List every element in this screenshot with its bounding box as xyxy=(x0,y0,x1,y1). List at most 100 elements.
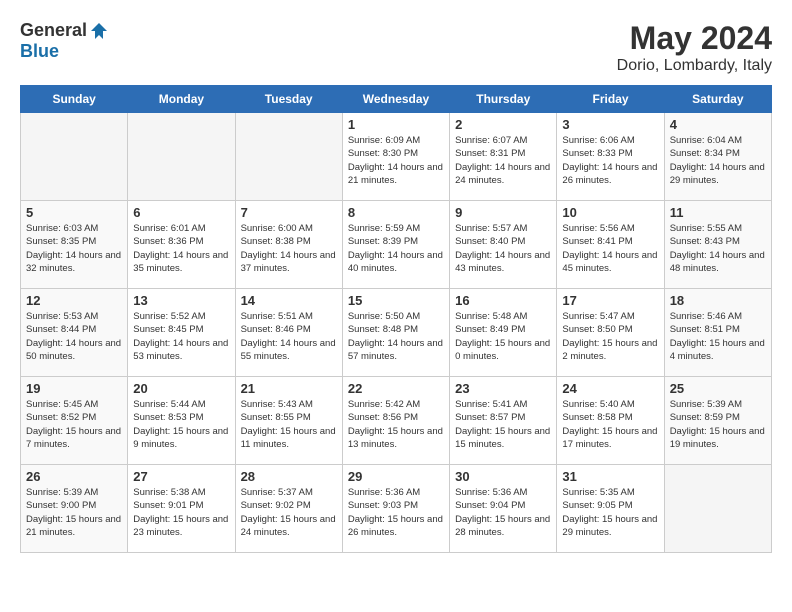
day-number: 4 xyxy=(670,117,766,132)
weekday-header-wednesday: Wednesday xyxy=(342,86,449,113)
day-number: 29 xyxy=(348,469,444,484)
day-number: 10 xyxy=(562,205,658,220)
calendar-cell: 10 Sunrise: 5:56 AM Sunset: 8:41 PM Dayli… xyxy=(557,201,664,289)
logo-blue: Blue xyxy=(20,41,59,61)
calendar-cell: 27 Sunrise: 5:38 AM Sunset: 9:01 PM Dayli… xyxy=(128,465,235,553)
page-header: General Blue May 2024 Dorio, Lombardy, I… xyxy=(20,20,772,75)
calendar-cell: 3Sunrise: 6:06 AM Sunset: 8:33 PM Daylig… xyxy=(557,113,664,201)
day-info: Sunrise: 5:57 AM Sunset: 8:40 PM Dayligh… xyxy=(455,222,551,275)
calendar-cell: 18 Sunrise: 5:46 AM Sunset: 8:51 PM Dayli… xyxy=(664,289,771,377)
day-info: Sunrise: 5:56 AM Sunset: 8:41 PM Dayligh… xyxy=(562,222,658,275)
day-info: Sunrise: 6:03 AM Sunset: 8:35 PM Dayligh… xyxy=(26,222,122,275)
day-info: Sunrise: 5:52 AM Sunset: 8:45 PM Dayligh… xyxy=(133,310,229,363)
day-number: 28 xyxy=(241,469,337,484)
day-number: 20 xyxy=(133,381,229,396)
calendar-cell: 17 Sunrise: 5:47 AM Sunset: 8:50 PM Dayli… xyxy=(557,289,664,377)
weekday-header-sunday: Sunday xyxy=(21,86,128,113)
day-info: Sunrise: 5:35 AM Sunset: 9:05 PM Dayligh… xyxy=(562,486,658,539)
day-info: Sunrise: 5:39 AM Sunset: 9:00 PM Dayligh… xyxy=(26,486,122,539)
day-info: Sunrise: 5:53 AM Sunset: 8:44 PM Dayligh… xyxy=(26,310,122,363)
calendar-cell: 7Sunrise: 6:00 AM Sunset: 8:38 PM Daylig… xyxy=(235,201,342,289)
calendar-cell: 6 Sunrise: 6:01 AM Sunset: 8:36 PM Daylig… xyxy=(128,201,235,289)
day-info: Sunrise: 5:38 AM Sunset: 9:01 PM Dayligh… xyxy=(133,486,229,539)
day-info: Sunrise: 5:51 AM Sunset: 8:46 PM Dayligh… xyxy=(241,310,337,363)
logo-general: General xyxy=(20,20,87,41)
day-number: 23 xyxy=(455,381,551,396)
day-number: 5 xyxy=(26,205,122,220)
logo: General Blue xyxy=(20,20,109,62)
calendar-cell: 8Sunrise: 5:59 AM Sunset: 8:39 PM Daylig… xyxy=(342,201,449,289)
day-number: 6 xyxy=(133,205,229,220)
calendar-cell: 16 Sunrise: 5:48 AM Sunset: 8:49 PM Dayli… xyxy=(450,289,557,377)
weekday-header-thursday: Thursday xyxy=(450,86,557,113)
calendar-cell xyxy=(235,113,342,201)
month-title: May 2024 xyxy=(617,20,772,57)
calendar-cell: 4Sunrise: 6:04 AM Sunset: 8:34 PM Daylig… xyxy=(664,113,771,201)
calendar-cell: 24 Sunrise: 5:40 AM Sunset: 8:58 PM Dayli… xyxy=(557,377,664,465)
calendar-cell: 21 Sunrise: 5:43 AM Sunset: 8:55 PM Dayli… xyxy=(235,377,342,465)
calendar-cell: 31 Sunrise: 5:35 AM Sunset: 9:05 PM Dayli… xyxy=(557,465,664,553)
day-info: Sunrise: 5:44 AM Sunset: 8:53 PM Dayligh… xyxy=(133,398,229,451)
day-info: Sunrise: 5:43 AM Sunset: 8:55 PM Dayligh… xyxy=(241,398,337,451)
calendar-cell: 5 Sunrise: 6:03 AM Sunset: 8:35 PM Daylig… xyxy=(21,201,128,289)
location-title: Dorio, Lombardy, Italy xyxy=(617,57,772,75)
weekday-header-monday: Monday xyxy=(128,86,235,113)
calendar-week-row: 12 Sunrise: 5:53 AM Sunset: 8:44 PM Dayli… xyxy=(21,289,772,377)
day-info: Sunrise: 5:40 AM Sunset: 8:58 PM Dayligh… xyxy=(562,398,658,451)
logo-icon xyxy=(89,21,109,41)
weekday-header-saturday: Saturday xyxy=(664,86,771,113)
day-info: Sunrise: 5:36 AM Sunset: 9:04 PM Dayligh… xyxy=(455,486,551,539)
day-number: 21 xyxy=(241,381,337,396)
calendar-cell: 15Sunrise: 5:50 AM Sunset: 8:48 PM Dayli… xyxy=(342,289,449,377)
day-info: Sunrise: 5:45 AM Sunset: 8:52 PM Dayligh… xyxy=(26,398,122,451)
calendar-cell: 22Sunrise: 5:42 AM Sunset: 8:56 PM Dayli… xyxy=(342,377,449,465)
day-info: Sunrise: 6:07 AM Sunset: 8:31 PM Dayligh… xyxy=(455,134,551,187)
calendar-cell: 29 Sunrise: 5:36 AM Sunset: 9:03 PM Dayli… xyxy=(342,465,449,553)
day-info: Sunrise: 5:36 AM Sunset: 9:03 PM Dayligh… xyxy=(348,486,444,539)
calendar-cell: 9 Sunrise: 5:57 AM Sunset: 8:40 PM Daylig… xyxy=(450,201,557,289)
day-number: 14 xyxy=(241,293,337,308)
calendar-cell: 1Sunrise: 6:09 AM Sunset: 8:30 PM Daylig… xyxy=(342,113,449,201)
calendar-cell: 25 Sunrise: 5:39 AM Sunset: 8:59 PM Dayli… xyxy=(664,377,771,465)
day-info: Sunrise: 5:46 AM Sunset: 8:51 PM Dayligh… xyxy=(670,310,766,363)
day-number: 11 xyxy=(670,205,766,220)
day-info: Sunrise: 6:01 AM Sunset: 8:36 PM Dayligh… xyxy=(133,222,229,275)
day-number: 22 xyxy=(348,381,444,396)
calendar-cell xyxy=(128,113,235,201)
day-info: Sunrise: 6:06 AM Sunset: 8:33 PM Dayligh… xyxy=(562,134,658,187)
calendar-week-row: 1Sunrise: 6:09 AM Sunset: 8:30 PM Daylig… xyxy=(21,113,772,201)
day-number: 27 xyxy=(133,469,229,484)
calendar-cell: 28Sunrise: 5:37 AM Sunset: 9:02 PM Dayli… xyxy=(235,465,342,553)
day-info: Sunrise: 5:39 AM Sunset: 8:59 PM Dayligh… xyxy=(670,398,766,451)
day-number: 16 xyxy=(455,293,551,308)
calendar-cell: 14 Sunrise: 5:51 AM Sunset: 8:46 PM Dayli… xyxy=(235,289,342,377)
day-number: 31 xyxy=(562,469,658,484)
day-info: Sunrise: 5:47 AM Sunset: 8:50 PM Dayligh… xyxy=(562,310,658,363)
title-area: May 2024 Dorio, Lombardy, Italy xyxy=(617,20,772,75)
day-info: Sunrise: 5:48 AM Sunset: 8:49 PM Dayligh… xyxy=(455,310,551,363)
weekday-header-tuesday: Tuesday xyxy=(235,86,342,113)
day-number: 24 xyxy=(562,381,658,396)
day-info: Sunrise: 5:55 AM Sunset: 8:43 PM Dayligh… xyxy=(670,222,766,275)
day-info: Sunrise: 6:09 AM Sunset: 8:30 PM Dayligh… xyxy=(348,134,444,187)
day-number: 15 xyxy=(348,293,444,308)
calendar-cell xyxy=(664,465,771,553)
day-number: 12 xyxy=(26,293,122,308)
day-number: 26 xyxy=(26,469,122,484)
day-number: 17 xyxy=(562,293,658,308)
day-number: 2 xyxy=(455,117,551,132)
weekday-header-friday: Friday xyxy=(557,86,664,113)
calendar-cell: 26 Sunrise: 5:39 AM Sunset: 9:00 PM Dayli… xyxy=(21,465,128,553)
day-number: 25 xyxy=(670,381,766,396)
day-number: 7 xyxy=(241,205,337,220)
calendar-cell: 2 Sunrise: 6:07 AM Sunset: 8:31 PM Daylig… xyxy=(450,113,557,201)
calendar-cell: 20 Sunrise: 5:44 AM Sunset: 8:53 PM Dayli… xyxy=(128,377,235,465)
calendar-week-row: 5 Sunrise: 6:03 AM Sunset: 8:35 PM Daylig… xyxy=(21,201,772,289)
day-number: 18 xyxy=(670,293,766,308)
day-number: 9 xyxy=(455,205,551,220)
day-number: 8 xyxy=(348,205,444,220)
day-info: Sunrise: 5:41 AM Sunset: 8:57 PM Dayligh… xyxy=(455,398,551,451)
calendar-cell: 30Sunrise: 5:36 AM Sunset: 9:04 PM Dayli… xyxy=(450,465,557,553)
calendar-cell: 23 Sunrise: 5:41 AM Sunset: 8:57 PM Dayli… xyxy=(450,377,557,465)
calendar-cell: 19Sunrise: 5:45 AM Sunset: 8:52 PM Dayli… xyxy=(21,377,128,465)
